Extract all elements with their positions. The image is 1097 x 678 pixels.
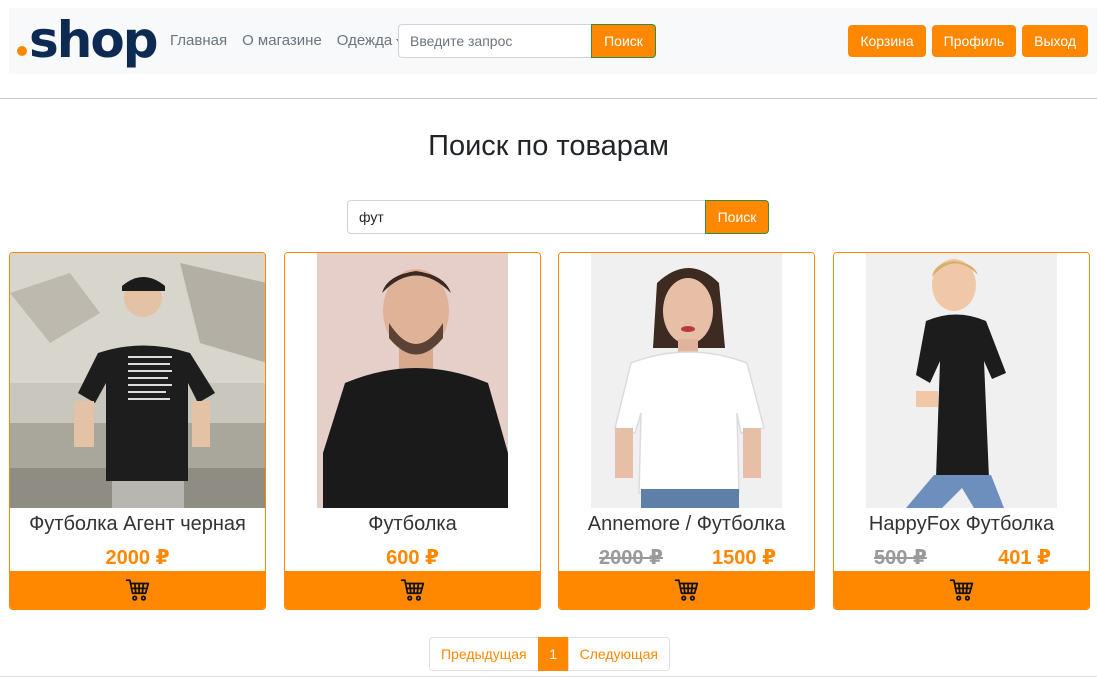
logo-dot: [17, 46, 27, 56]
product-image[interactable]: [285, 253, 540, 508]
header-search-input[interactable]: [398, 24, 591, 58]
navbar: shop Главная О магазине Одежда Поиск Кор…: [9, 8, 1097, 74]
add-to-cart-button[interactable]: [10, 571, 265, 609]
profile-button[interactable]: Профиль: [931, 25, 1017, 57]
price-row: 600 ₽: [285, 545, 540, 571]
product-image[interactable]: [834, 253, 1089, 508]
header-search-form: Поиск: [398, 24, 656, 58]
nav-clothes-dropdown[interactable]: Одежда: [336, 32, 405, 49]
footer-divider: [0, 676, 1097, 677]
nav-clothes-label: Одежда: [336, 32, 393, 49]
header-buttons: Корзина Профиль Выход: [848, 25, 1088, 57]
header-search-button[interactable]: Поиск: [591, 24, 656, 58]
price-row: 2000 ₽: [10, 545, 265, 571]
shopping-cart-icon: [125, 579, 149, 601]
product-price: 600 ₽: [386, 547, 439, 569]
pagination-next[interactable]: Следующая: [567, 637, 670, 671]
product-price: 401 ₽: [998, 547, 1051, 569]
product-search-button[interactable]: Поиск: [705, 200, 769, 234]
logo[interactable]: shop: [17, 11, 158, 69]
shopping-cart-icon: [949, 579, 973, 601]
pagination: Предыдущая 1 Следующая: [429, 637, 670, 671]
logo-text: shop: [29, 11, 158, 69]
price-row: 2000 ₽ 1500 ₽: [559, 545, 814, 571]
product-title[interactable]: Футболка Агент черная: [10, 513, 265, 536]
pagination-prev[interactable]: Предыдущая: [429, 637, 539, 671]
product-title[interactable]: Annemore / Футболка: [559, 513, 814, 536]
product-card[interactable]: Annemore / Футболка 2000 ₽ 1500 ₽: [558, 252, 815, 610]
header-divider: [0, 98, 1097, 99]
product-old-price: 500 ₽: [874, 547, 927, 569]
product-card[interactable]: HappyFox Футболка 500 ₽ 401 ₽: [833, 252, 1090, 610]
shopping-cart-icon: [674, 579, 698, 601]
product-search-input[interactable]: [347, 200, 705, 234]
add-to-cart-button[interactable]: [285, 571, 540, 609]
product-price: 2000 ₽: [105, 547, 170, 569]
cart-button[interactable]: Корзина: [848, 25, 926, 57]
product-price: 1500 ₽: [712, 547, 776, 569]
logout-button[interactable]: Выход: [1022, 25, 1088, 57]
product-image[interactable]: [559, 253, 814, 508]
nav-links: Главная О магазине Одежда: [170, 32, 405, 49]
product-card[interactable]: Футболка 600 ₽: [284, 252, 541, 610]
add-to-cart-button[interactable]: [559, 571, 814, 609]
pagination-page-current[interactable]: 1: [537, 637, 569, 671]
product-card[interactable]: Футболка Агент черная 2000 ₽: [9, 252, 266, 610]
add-to-cart-button[interactable]: [834, 571, 1089, 609]
price-row: 500 ₽ 401 ₽: [834, 545, 1089, 571]
nav-home[interactable]: Главная: [170, 32, 227, 49]
page-title: Поиск по товарам: [428, 130, 669, 162]
shopping-cart-icon: [400, 579, 424, 601]
product-old-price: 2000 ₽: [599, 547, 663, 569]
product-title[interactable]: Футболка: [285, 513, 540, 536]
nav-about[interactable]: О магазине: [242, 32, 322, 49]
product-title[interactable]: HappyFox Футболка: [834, 513, 1089, 536]
product-image[interactable]: [10, 253, 265, 508]
product-search-form: Поиск: [347, 200, 769, 234]
